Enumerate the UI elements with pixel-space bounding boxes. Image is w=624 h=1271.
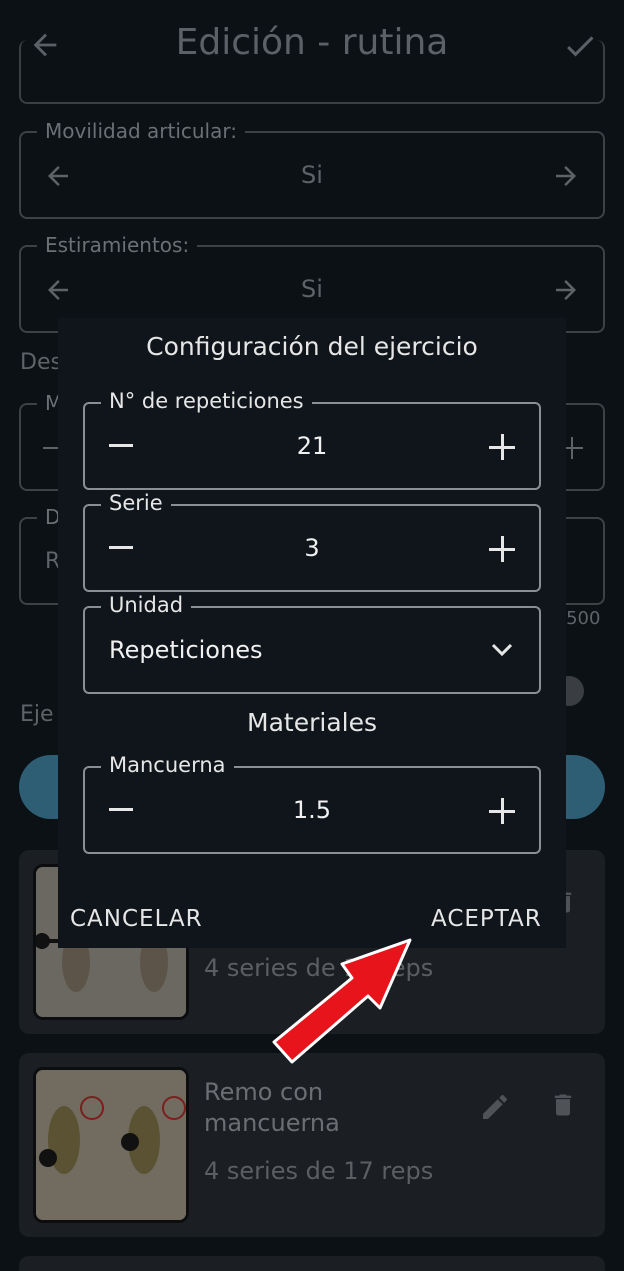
- unit-select[interactable]: Unidad Repeticiones: [83, 593, 541, 694]
- previous-field: [19, 40, 605, 104]
- estiramientos-value: Si: [301, 275, 323, 303]
- dumbbell-value: 1.5: [292, 796, 332, 824]
- arrow-right-icon[interactable]: [551, 161, 581, 191]
- plus-icon[interactable]: [489, 434, 515, 460]
- exercise-card[interactable]: [19, 1256, 605, 1271]
- plus-icon[interactable]: [489, 536, 515, 562]
- exercise-card[interactable]: Remo con mancuerna 4 series de 17 reps: [19, 1053, 605, 1237]
- series-stepper[interactable]: Serie 3: [83, 491, 541, 592]
- accept-button[interactable]: ACEPTAR: [431, 906, 542, 932]
- exercise-subtitle: 4 series de 17 reps: [204, 1157, 434, 1185]
- dialog-title: Configuración del ejercicio: [146, 332, 478, 361]
- chevron-down-icon[interactable]: [491, 642, 513, 658]
- movilidad-selector[interactable]: Movilidad articular: Si: [19, 119, 605, 219]
- movilidad-value: Si: [301, 161, 323, 189]
- arrow-right-icon[interactable]: [551, 275, 581, 305]
- exercises-label-partial: Eje: [20, 702, 54, 727]
- dumbbell-stepper[interactable]: Mancuerna 1.5: [83, 753, 541, 854]
- char-counter: /500: [560, 608, 601, 629]
- movilidad-label: Movilidad articular:: [37, 119, 245, 143]
- annotation-arrow-icon: [272, 938, 412, 1064]
- materials-heading: Materiales: [247, 708, 377, 737]
- exercise-image: [33, 1067, 189, 1223]
- series-value: 3: [304, 534, 320, 562]
- cancel-button[interactable]: CANCELAR: [70, 906, 203, 932]
- pencil-icon[interactable]: [479, 1091, 511, 1123]
- plus-icon[interactable]: [489, 798, 515, 824]
- unit-label: Unidad: [101, 593, 192, 617]
- series-label: Serie: [101, 491, 171, 515]
- trash-icon[interactable]: [549, 1089, 577, 1121]
- unit-selected-value: Repeticiones: [109, 636, 263, 664]
- exercise-name: Remo con mancuerna: [204, 1078, 340, 1137]
- repetitions-stepper[interactable]: N° de repeticiones 21: [83, 389, 541, 490]
- exercise-config-dialog: Configuración del ejercicio N° de repeti…: [58, 318, 566, 948]
- repetitions-label: N° de repeticiones: [101, 389, 312, 413]
- dumbbell-label: Mancuerna: [101, 753, 234, 777]
- estiramientos-label: Estiramientos:: [37, 233, 198, 257]
- repetitions-value: 21: [296, 432, 328, 460]
- section-label-partial: Des: [20, 350, 62, 375]
